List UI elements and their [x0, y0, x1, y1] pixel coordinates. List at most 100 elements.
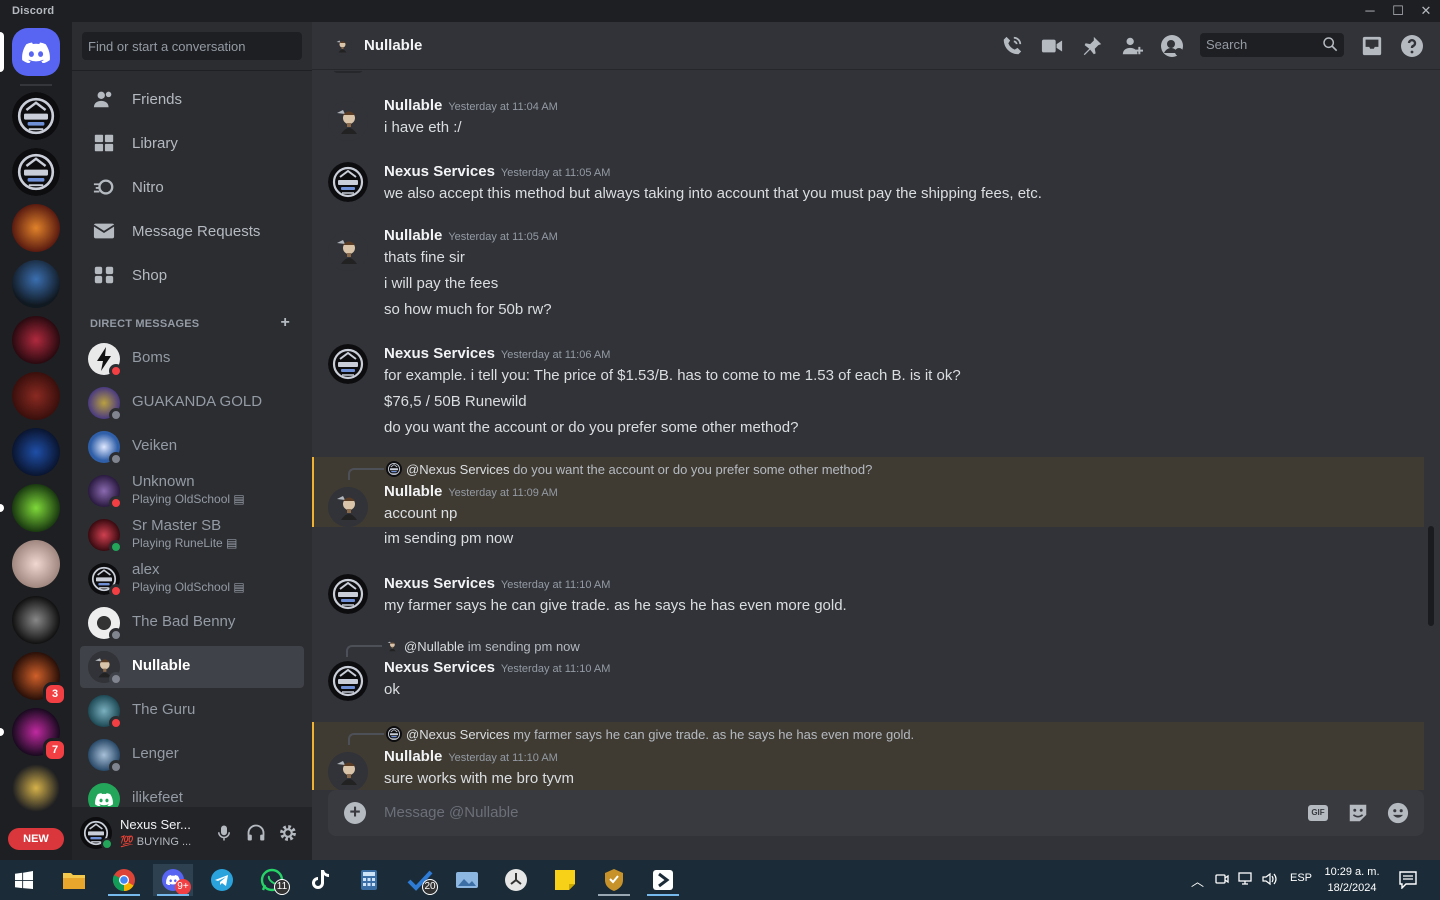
reply-reference[interactable]: @Nexus Services my farmer says he can gi… [348, 726, 914, 745]
file-explorer-icon[interactable] [54, 864, 94, 896]
dm-item-nullable[interactable]: Nullable [80, 646, 304, 688]
unread-indicator [0, 728, 4, 736]
dm-item-the-guru[interactable]: The Guru [80, 690, 304, 732]
server-icon-srsev[interactable] [12, 204, 60, 252]
telegram-icon[interactable] [202, 864, 242, 896]
minimize-icon[interactable]: ─ [1355, 0, 1385, 22]
clock-app-icon[interactable] [496, 864, 536, 896]
dm-item-boms[interactable]: Boms [80, 338, 304, 380]
add-friends-to-dm-icon[interactable] [1120, 34, 1144, 58]
server-icon-sr-master[interactable] [12, 260, 60, 308]
attach-plus-icon[interactable]: + [344, 802, 366, 824]
dm-item-alex[interactable]: alex Playing OldSchool ▤ [80, 558, 304, 600]
dm-item-sr-master-sb[interactable]: Sr Master SB Playing RuneLite ▤ [80, 514, 304, 556]
headphones-icon[interactable] [244, 821, 268, 845]
photos-icon[interactable] [447, 864, 487, 896]
notification-count: 9+ [175, 879, 191, 895]
tiktok-icon[interactable] [300, 864, 340, 896]
author-name[interactable]: Nexus Services [384, 659, 495, 676]
dm-item-veiken[interactable]: Veiken [80, 426, 304, 468]
create-dm-plus-icon[interactable]: + [280, 314, 290, 332]
friends-icon [92, 87, 116, 111]
chrome-icon[interactable] [104, 864, 144, 896]
todo-icon[interactable]: 20 [400, 864, 440, 896]
show-hidden-icons-chevron-icon[interactable]: ︿ [1191, 871, 1204, 890]
server-icon-blue[interactable] [12, 428, 60, 476]
runelite-icon[interactable] [643, 864, 683, 896]
scrollbar-thumb[interactable] [1428, 526, 1434, 626]
nav-message-requests[interactable]: Message Requests [80, 210, 304, 252]
message-composer[interactable]: + Message @Nullable GIF [328, 790, 1424, 836]
dm-item-lenger[interactable]: Lenger [80, 734, 304, 776]
new-badge[interactable]: NEW [8, 828, 64, 850]
conversation-search[interactable]: Find or start a conversation [82, 32, 302, 60]
pinned-messages-icon[interactable] [1080, 34, 1104, 58]
author-name[interactable]: Nexus Services [384, 345, 495, 362]
notification-count: 11 [274, 879, 290, 895]
reply-reference[interactable]: @Nullable im sending pm now [346, 638, 580, 657]
server-icon-suit[interactable] [12, 596, 60, 644]
gif-picker-icon[interactable]: GIF [1306, 801, 1330, 825]
nav-nitro[interactable]: Nitro [80, 166, 304, 208]
search-input[interactable]: Search [1200, 33, 1344, 57]
microphone-icon[interactable] [212, 821, 236, 845]
author-avatar[interactable] [328, 101, 368, 141]
author-name[interactable]: Nexus Services [384, 575, 495, 592]
voice-call-icon[interactable] [1000, 34, 1024, 58]
sticky-notes-icon[interactable] [545, 864, 585, 896]
input-language[interactable]: ESP [1290, 872, 1312, 884]
whatsapp-icon[interactable]: 11 [252, 864, 292, 896]
author-avatar[interactable] [328, 661, 368, 701]
server-icon-nexus-1[interactable] [12, 92, 60, 140]
nav-library[interactable]: Library [80, 122, 304, 164]
author-avatar[interactable] [328, 162, 368, 202]
dm-item-guakanda-gold[interactable]: GUAKANDA GOLD [80, 382, 304, 424]
server-icon-hand[interactable] [12, 540, 60, 588]
meet-now-icon[interactable] [1215, 872, 1229, 889]
dm-item-unknown[interactable]: Unknown Playing OldSchool ▤ [80, 470, 304, 512]
author-name[interactable]: Nullable [384, 483, 442, 500]
message-text: i will pay the fees [384, 275, 499, 292]
server-icon-green[interactable] [12, 484, 60, 532]
calculator-icon[interactable] [349, 864, 389, 896]
notification-center-icon[interactable] [1399, 871, 1417, 892]
nav-friends[interactable]: Friends [80, 78, 304, 120]
shop-icon [92, 263, 116, 287]
inbox-icon[interactable] [1360, 34, 1384, 58]
home-button[interactable] [12, 28, 60, 76]
emoji-icon[interactable] [1386, 801, 1410, 825]
author-avatar[interactable] [328, 487, 368, 527]
author-name[interactable]: Nexus Services [384, 163, 495, 180]
discord-taskbar-icon[interactable]: 9+ [153, 864, 193, 896]
sticker-icon[interactable] [1346, 801, 1370, 825]
reply-reference[interactable]: @Nexus Services do you want the account … [348, 461, 872, 480]
server-icon-tango[interactable] [12, 372, 60, 420]
author-avatar[interactable] [328, 752, 368, 790]
message-input[interactable]: Message @Nullable [384, 804, 518, 821]
close-icon[interactable]: ✕ [1411, 0, 1440, 22]
settings-gear-icon[interactable] [276, 821, 300, 845]
author-avatar[interactable] [328, 344, 368, 384]
help-icon[interactable] [1400, 34, 1424, 58]
message-text: we also accept this method but always ta… [384, 185, 1042, 202]
author-avatar[interactable] [328, 231, 368, 271]
server-icon-crown[interactable] [12, 764, 60, 812]
maximize-icon[interactable]: ☐ [1383, 0, 1413, 22]
video-call-icon[interactable] [1040, 34, 1064, 58]
server-icon-red[interactable] [12, 316, 60, 364]
author-name[interactable]: Nullable [384, 227, 442, 244]
system-clock[interactable]: 10:29 a. m. 18/2/2024 [1316, 864, 1388, 896]
windows-start-icon[interactable] [4, 864, 44, 896]
author-avatar[interactable] [328, 574, 368, 614]
author-name[interactable]: Nullable [384, 97, 442, 114]
dm-item-the-bad-benny[interactable]: The Bad Benny [80, 602, 304, 644]
user-profile-icon[interactable] [1160, 34, 1184, 58]
nav-shop[interactable]: Shop [80, 254, 304, 296]
server-icon-nexus-2[interactable] [12, 148, 60, 196]
volume-icon[interactable] [1262, 872, 1278, 889]
chat-header: Nullable Search [312, 22, 1440, 70]
status-offline-icon [109, 672, 123, 686]
network-icon[interactable] [1238, 872, 1254, 889]
author-name[interactable]: Nullable [384, 748, 442, 765]
shield-app-icon[interactable] [594, 864, 634, 896]
